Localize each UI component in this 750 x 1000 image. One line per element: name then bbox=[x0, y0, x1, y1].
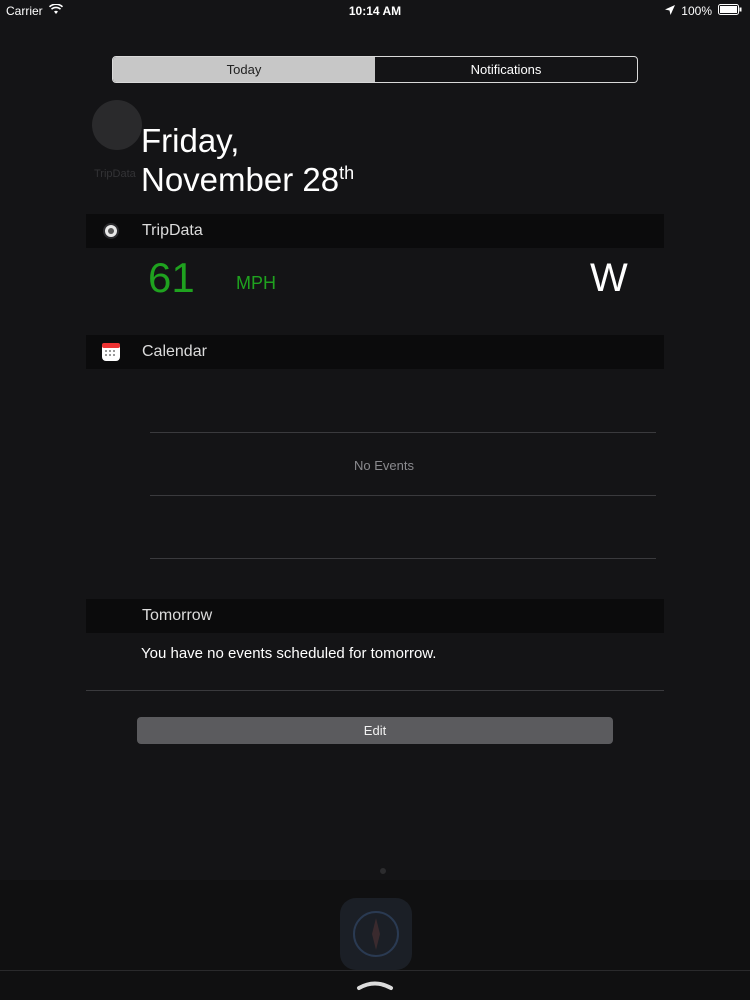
calendar-separator bbox=[150, 495, 656, 496]
dock-divider bbox=[0, 970, 750, 971]
battery-percent: 100% bbox=[681, 4, 712, 18]
tab-notifications[interactable]: Notifications bbox=[375, 57, 637, 82]
calendar-app-icon bbox=[102, 343, 120, 361]
battery-icon bbox=[718, 4, 742, 18]
view-segmented-control: Today Notifications bbox=[112, 56, 638, 83]
tomorrow-message: You have no events scheduled for tomorro… bbox=[141, 645, 437, 662]
date-suffix: th bbox=[339, 163, 355, 183]
calendar-header[interactable]: Calendar bbox=[86, 335, 664, 369]
page-indicator-dot bbox=[380, 868, 386, 874]
background-app-icon bbox=[92, 100, 142, 150]
background-app-label: TripData bbox=[94, 168, 136, 180]
tomorrow-title: Tomorrow bbox=[142, 607, 213, 624]
location-arrow-icon bbox=[665, 4, 676, 18]
speed-unit: MPH bbox=[236, 273, 276, 293]
tomorrow-header: Tomorrow bbox=[86, 599, 664, 633]
status-bar: Carrier 10:14 AM 100% bbox=[0, 0, 750, 22]
tripdata-app-icon bbox=[103, 223, 119, 239]
status-right: 100% bbox=[665, 4, 742, 18]
tripdata-title: TripData bbox=[142, 222, 203, 239]
calendar-title: Calendar bbox=[142, 343, 207, 360]
edit-button[interactable]: Edit bbox=[137, 717, 613, 744]
heading-direction: W bbox=[590, 256, 628, 300]
date-month-day-text: November 28 bbox=[141, 161, 340, 198]
calendar-separator bbox=[150, 558, 656, 559]
bottom-divider bbox=[86, 690, 664, 691]
safari-app-icon bbox=[340, 898, 412, 970]
calendar-separator bbox=[150, 432, 656, 433]
date-month-day: November 28th bbox=[141, 161, 354, 199]
tripdata-header[interactable]: TripData bbox=[86, 214, 664, 248]
close-grabber-icon[interactable] bbox=[356, 978, 394, 992]
status-time: 10:14 AM bbox=[348, 4, 402, 18]
no-events-label: No Events bbox=[354, 458, 414, 473]
speed-value: 61 bbox=[148, 254, 195, 301]
date-weekday: Friday, bbox=[141, 122, 240, 159]
tab-today[interactable]: Today bbox=[113, 57, 375, 82]
